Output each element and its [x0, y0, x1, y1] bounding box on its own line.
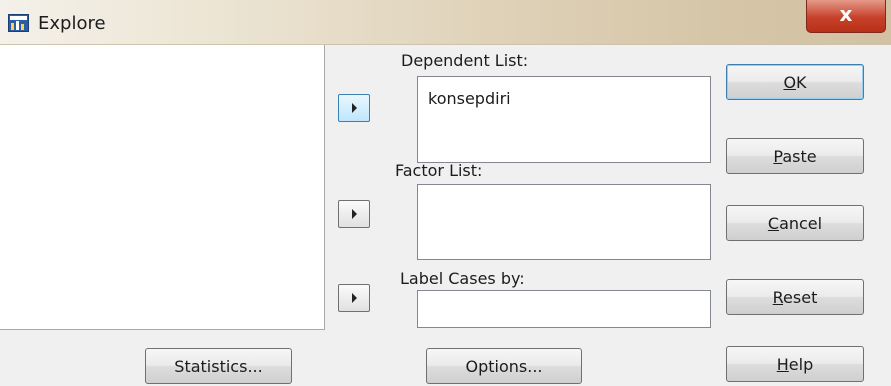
- cancel-mnemonic: C: [767, 214, 780, 233]
- reset-label: eset: [783, 288, 818, 307]
- window-title: Explore: [38, 13, 106, 34]
- reset-button[interactable]: Reset: [726, 279, 864, 315]
- statistics-button[interactable]: Statistics...: [145, 348, 292, 384]
- explore-icon: [8, 14, 29, 32]
- explore-dialog: Explore x Dependent List: konsepdiri Fac…: [0, 0, 891, 386]
- ok-mnemonic: O: [783, 73, 797, 92]
- help-button[interactable]: Help: [726, 346, 864, 382]
- title-bar: Explore x: [0, 0, 891, 45]
- paste-label: aste: [782, 147, 817, 166]
- factor-list[interactable]: [417, 184, 711, 260]
- factor-list-label: Factor List:: [395, 161, 483, 180]
- cancel-label: ancel: [779, 214, 823, 233]
- source-variable-list[interactable]: [0, 45, 325, 330]
- paste-mnemonic: P: [773, 147, 783, 166]
- options-button[interactable]: Options...: [426, 348, 582, 384]
- move-to-dependent-button[interactable]: [338, 94, 370, 122]
- cancel-button[interactable]: Cancel: [726, 205, 864, 241]
- close-icon: x: [839, 2, 853, 26]
- reset-mnemonic: R: [772, 288, 784, 307]
- dependent-list-label: Dependent List:: [401, 51, 529, 70]
- dependent-list[interactable]: konsepdiri: [417, 76, 711, 163]
- right-arrow-icon: [352, 103, 357, 113]
- label-cases-label: Label Cases by:: [400, 269, 525, 288]
- help-label: elp: [788, 355, 814, 374]
- move-to-label-cases-button[interactable]: [338, 284, 370, 312]
- list-item[interactable]: konsepdiri: [428, 89, 511, 108]
- move-to-factor-button[interactable]: [338, 200, 370, 228]
- paste-button[interactable]: Paste: [726, 138, 864, 174]
- ok-label: K: [796, 73, 807, 92]
- close-button[interactable]: x: [806, 0, 886, 33]
- label-cases-field[interactable]: [417, 290, 711, 328]
- ok-button[interactable]: OK: [726, 64, 864, 100]
- right-arrow-icon: [352, 209, 357, 219]
- right-arrow-icon: [352, 293, 357, 303]
- help-mnemonic: H: [776, 355, 789, 374]
